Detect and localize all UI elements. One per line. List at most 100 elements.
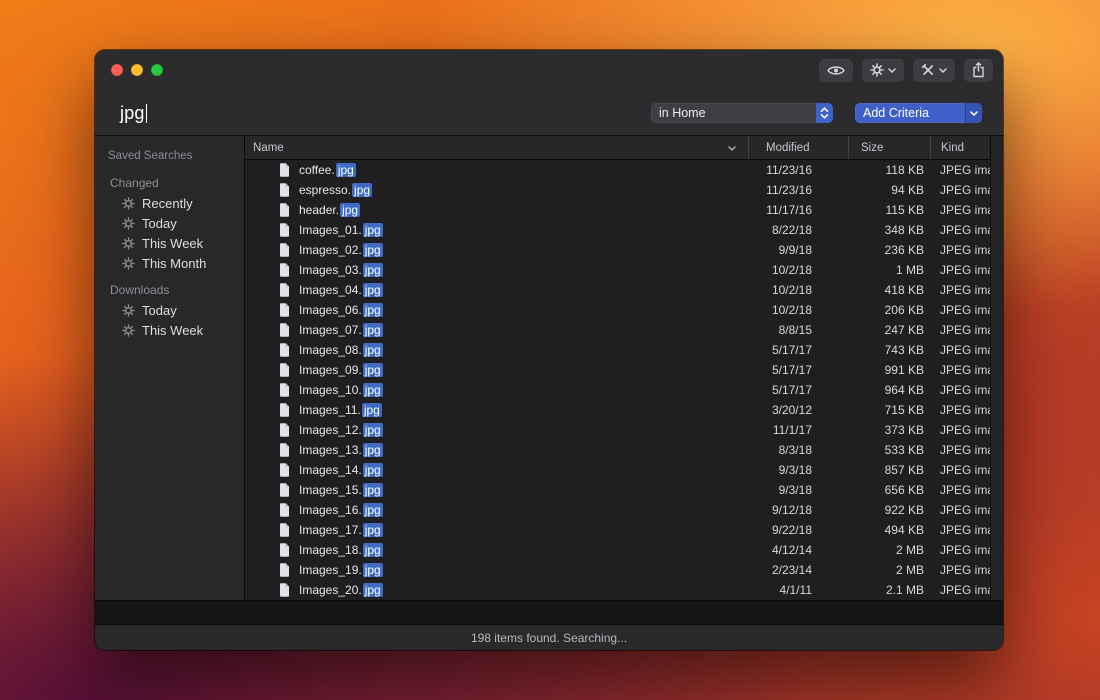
search-match-highlight: jpg <box>363 583 383 597</box>
size-cell: 494 KB <box>848 523 930 537</box>
size-cell: 236 KB <box>848 243 930 257</box>
sidebar-item-today-downloads[interactable]: Today <box>95 300 244 320</box>
search-scope-select[interactable]: in Home <box>651 103 833 123</box>
table-row[interactable]: Images_03.jpg 10/2/18 1 MB JPEG image <box>245 260 1003 280</box>
table-row[interactable]: Images_14.jpg 9/3/18 857 KB JPEG image <box>245 460 1003 480</box>
modified-cell: 9/12/18 <box>748 503 848 517</box>
table-row[interactable]: Images_20.jpg 4/1/11 2.1 MB JPEG image <box>245 580 1003 600</box>
sidebar-item-label: Today <box>142 216 177 231</box>
table-row[interactable]: coffee.jpg 11/23/16 118 KB JPEG image <box>245 160 1003 180</box>
table-row[interactable]: Images_04.jpg 10/2/18 418 KB JPEG image <box>245 280 1003 300</box>
file-name: Images_11.jpg <box>299 403 382 417</box>
modified-cell: 11/23/16 <box>748 183 848 197</box>
sidebar-item-today-changed[interactable]: Today <box>95 213 244 233</box>
titlebar[interactable] <box>95 50 1003 90</box>
sort-chevron-icon <box>728 142 736 154</box>
search-match-highlight: jpg <box>363 283 383 297</box>
sidebar-item-this-week-downloads[interactable]: This Week <box>95 320 244 340</box>
table-row[interactable]: Images_12.jpg 11/1/17 373 KB JPEG image <box>245 420 1003 440</box>
document-icon <box>279 263 290 277</box>
modified-cell: 9/9/18 <box>748 243 848 257</box>
table-row[interactable]: header.jpg 11/17/16 115 KB JPEG image <box>245 200 1003 220</box>
file-name-cell: Images_20.jpg <box>245 583 748 597</box>
text-caret <box>146 104 148 123</box>
chevron-down-icon <box>888 68 896 73</box>
table-row[interactable]: Images_13.jpg 8/3/18 533 KB JPEG image <box>245 440 1003 460</box>
share-button[interactable] <box>964 59 993 82</box>
file-name: Images_08.jpg <box>299 343 383 357</box>
table-row[interactable]: Images_09.jpg 5/17/17 991 KB JPEG image <box>245 360 1003 380</box>
table-row[interactable]: Images_01.jpg 8/22/18 348 KB JPEG image <box>245 220 1003 240</box>
sidebar-item-label: This Week <box>142 236 203 251</box>
zoom-button[interactable] <box>151 64 163 76</box>
search-match-highlight: jpg <box>363 383 383 397</box>
table-row[interactable]: espresso.jpg 11/23/16 94 KB JPEG image <box>245 180 1003 200</box>
action-menu-button[interactable] <box>862 59 904 82</box>
document-icon <box>279 403 290 417</box>
gear-icon <box>870 63 884 77</box>
file-name-cell: Images_11.jpg <box>245 403 748 417</box>
sidebar-item-this-month[interactable]: This Month <box>95 253 244 273</box>
document-icon <box>279 463 290 477</box>
modified-cell: 10/2/18 <box>748 303 848 317</box>
gear-icon <box>122 237 135 250</box>
table-row[interactable]: Images_11.jpg 3/20/12 715 KB JPEG image <box>245 400 1003 420</box>
close-button[interactable] <box>111 64 123 76</box>
table-row[interactable]: Images_16.jpg 9/12/18 922 KB JPEG image <box>245 500 1003 520</box>
add-criteria-select[interactable]: Add Criteria <box>855 103 982 123</box>
table-row[interactable]: Images_06.jpg 10/2/18 206 KB JPEG image <box>245 300 1003 320</box>
file-list-pane: Name Modified Size Kind coffee.jpg 11/23… <box>245 136 1003 600</box>
sidebar-item-this-week-changed[interactable]: This Week <box>95 233 244 253</box>
sidebar-section-downloads: Downloads <box>95 273 244 300</box>
search-match-highlight: jpg <box>363 483 383 497</box>
minimize-button[interactable] <box>131 64 143 76</box>
search-match-highlight: jpg <box>363 243 383 257</box>
gear-icon <box>122 197 135 210</box>
table-row[interactable]: Images_17.jpg 9/22/18 494 KB JPEG image <box>245 520 1003 540</box>
search-match-highlight: jpg <box>363 323 383 337</box>
file-name-cell: Images_10.jpg <box>245 383 748 397</box>
column-header-modified[interactable]: Modified <box>748 136 848 159</box>
document-icon <box>279 363 290 377</box>
vertical-scrollbar[interactable] <box>990 136 1003 600</box>
table-row[interactable]: Images_19.jpg 2/23/14 2 MB JPEG image <box>245 560 1003 580</box>
column-header-name[interactable]: Name <box>245 136 748 159</box>
file-name: Images_18.jpg <box>299 543 383 557</box>
finder-search-window: jpg in Home Add Criteria Saved Searches … <box>95 50 1003 650</box>
column-header-size[interactable]: Size <box>848 136 930 159</box>
document-icon <box>279 223 290 237</box>
document-icon <box>279 543 290 557</box>
file-name: Images_01.jpg <box>299 223 383 237</box>
search-input[interactable]: jpg <box>120 103 147 124</box>
table-row[interactable]: Images_10.jpg 5/17/17 964 KB JPEG image <box>245 380 1003 400</box>
size-cell: 418 KB <box>848 283 930 297</box>
content-area: Saved Searches Changed Recently Today Th… <box>95 136 1003 600</box>
file-name: Images_04.jpg <box>299 283 383 297</box>
file-name-cell: Images_09.jpg <box>245 363 748 377</box>
document-icon <box>279 503 290 517</box>
sidebar-item-recently[interactable]: Recently <box>95 193 244 213</box>
document-icon <box>279 343 290 357</box>
table-row[interactable]: Images_18.jpg 4/12/14 2 MB JPEG image <box>245 540 1003 560</box>
search-match-highlight: jpg <box>363 443 383 457</box>
search-text: jpg <box>120 103 145 124</box>
add-criteria-label: Add Criteria <box>855 103 965 123</box>
table-row[interactable]: Images_08.jpg 5/17/17 743 KB JPEG image <box>245 340 1003 360</box>
eye-icon <box>827 65 845 76</box>
size-cell: 964 KB <box>848 383 930 397</box>
tools-menu-button[interactable] <box>913 59 955 82</box>
modified-cell: 10/2/18 <box>748 283 848 297</box>
file-name-cell: Images_18.jpg <box>245 543 748 557</box>
chevron-down-icon <box>939 68 947 73</box>
size-cell: 922 KB <box>848 503 930 517</box>
file-name: Images_10.jpg <box>299 383 383 397</box>
search-match-highlight: jpg <box>363 523 383 537</box>
table-row[interactable]: Images_02.jpg 9/9/18 236 KB JPEG image <box>245 240 1003 260</box>
table-row[interactable]: Images_07.jpg 8/8/15 247 KB JPEG image <box>245 320 1003 340</box>
document-icon <box>279 163 290 177</box>
quick-look-button[interactable] <box>819 59 853 82</box>
file-name: Images_16.jpg <box>299 503 383 517</box>
file-name: Images_03.jpg <box>299 263 383 277</box>
sidebar-title: Saved Searches <box>95 144 244 166</box>
table-row[interactable]: Images_15.jpg 9/3/18 656 KB JPEG image <box>245 480 1003 500</box>
